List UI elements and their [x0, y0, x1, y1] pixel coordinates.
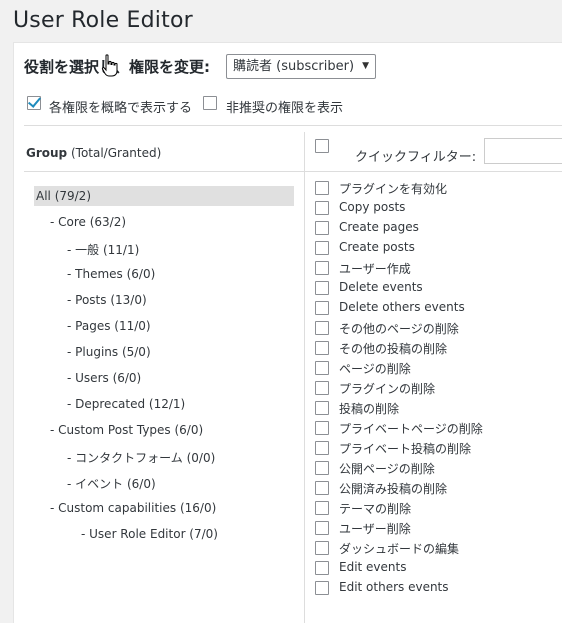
capability-label: Delete events — [339, 280, 423, 294]
show-readable-label[interactable]: 各権限を概略で表示する — [49, 97, 192, 116]
capability-label: 公開ページの削除 — [339, 462, 435, 476]
capability-checkbox[interactable] — [315, 421, 329, 435]
capability-checkbox[interactable] — [315, 181, 329, 195]
capability-checkbox[interactable] — [315, 481, 329, 495]
capability-label: Edit others events — [339, 580, 449, 594]
capability-checkbox[interactable] — [315, 341, 329, 355]
hand-cursor-icon — [101, 54, 118, 77]
group-header-title: Group — [26, 146, 68, 160]
group-item-core[interactable]: - Core (63/2) — [50, 215, 126, 229]
capability-checkbox[interactable] — [315, 361, 329, 375]
capability-checkbox[interactable] — [315, 441, 329, 455]
capability-checkbox[interactable] — [315, 221, 329, 235]
group-item-all[interactable]: All (79/2) — [36, 189, 91, 203]
capability-checkbox[interactable] — [315, 501, 329, 515]
group-item-custom-capabilities[interactable]: - Custom capabilities (16/0) — [50, 501, 216, 515]
select-all-checkbox[interactable] — [315, 139, 329, 153]
group-item-events[interactable]: - イベント (6/0) — [67, 475, 156, 492]
role-select[interactable]: 購読者 (subscriber) ▼ — [226, 54, 376, 79]
group-header: Group (Total/Granted) — [26, 146, 161, 160]
group-item-user-role-editor[interactable]: - User Role Editor (7/0) — [81, 527, 218, 541]
group-item-plugins[interactable]: - Plugins (5/0) — [67, 345, 151, 359]
capability-label: プラグインを有効化 — [339, 182, 448, 196]
group-item-posts[interactable]: - Posts (13/0) — [67, 293, 147, 307]
capability-checkbox[interactable] — [315, 261, 329, 275]
capability-label: Create posts — [339, 240, 415, 254]
show-deprecated-label[interactable]: 非推奨の権限を表示 — [226, 97, 343, 116]
group-item-contact-form[interactable]: - コンタクトフォーム (0/0) — [67, 449, 215, 466]
group-item-deprecated[interactable]: - Deprecated (12/1) — [67, 397, 185, 411]
capability-checkbox[interactable] — [315, 541, 329, 555]
capability-label: ページの削除 — [339, 362, 411, 376]
role-select-value: 購読者 (subscriber) — [233, 59, 355, 74]
capability-checkbox[interactable] — [315, 581, 329, 595]
capability-label: テーマの削除 — [339, 502, 412, 516]
capability-label: Delete others events — [339, 300, 465, 314]
capability-checkbox[interactable] — [315, 281, 329, 295]
capability-label: その他の投稿の削除 — [339, 342, 448, 356]
group-item-pages[interactable]: - Pages (11/0) — [67, 319, 151, 333]
capability-label: Copy posts — [339, 200, 406, 214]
group-item-custom-post-types[interactable]: - Custom Post Types (6/0) — [50, 423, 203, 437]
capability-label: プライベート投稿の削除 — [339, 442, 472, 456]
capability-checkbox[interactable] — [315, 321, 329, 335]
capability-label: プラグインの削除 — [339, 382, 436, 396]
show-deprecated-checkbox[interactable] — [203, 96, 217, 110]
page-title: User Role Editor — [13, 8, 193, 33]
capability-label: プライベートページの削除 — [339, 422, 483, 436]
group-item-general[interactable]: - 一般 (11/1) — [67, 241, 139, 258]
quick-filter-input[interactable] — [484, 138, 562, 164]
capability-label: 投稿の削除 — [339, 402, 400, 416]
divider — [24, 171, 562, 172]
column-divider — [304, 132, 305, 623]
capability-label: ユーザー削除 — [339, 522, 411, 536]
capability-label: 公開済み投稿の削除 — [339, 482, 448, 496]
group-header-sub: (Total/Granted) — [67, 146, 162, 160]
capability-checkbox[interactable] — [315, 561, 329, 575]
group-item-users[interactable]: - Users (6/0) — [67, 371, 141, 385]
capability-label: Edit events — [339, 560, 407, 574]
capability-checkbox[interactable] — [315, 301, 329, 315]
group-item-themes[interactable]: - Themes (6/0) — [67, 267, 155, 281]
quick-filter-label: クイックフィルター: — [355, 150, 477, 165]
capability-label: その他のページの削除 — [339, 322, 459, 336]
role-editor-panel: 役割を選択し、権限を変更: 購読者 (subscriber) ▼ 各権限を概略で… — [13, 42, 562, 623]
capability-checkbox[interactable] — [315, 381, 329, 395]
capability-checkbox[interactable] — [315, 201, 329, 215]
show-readable-checkbox[interactable] — [27, 96, 41, 110]
capability-label: Create pages — [339, 220, 419, 234]
dropdown-arrow-icon: ▼ — [362, 61, 369, 71]
capability-checkbox[interactable] — [315, 241, 329, 255]
capability-label: ユーザー作成 — [339, 262, 411, 276]
capability-checkbox[interactable] — [315, 521, 329, 535]
capability-checkbox[interactable] — [315, 461, 329, 475]
capability-checkbox[interactable] — [315, 401, 329, 415]
divider — [24, 125, 562, 126]
capability-label: ダッシュボードの編集 — [339, 542, 460, 556]
